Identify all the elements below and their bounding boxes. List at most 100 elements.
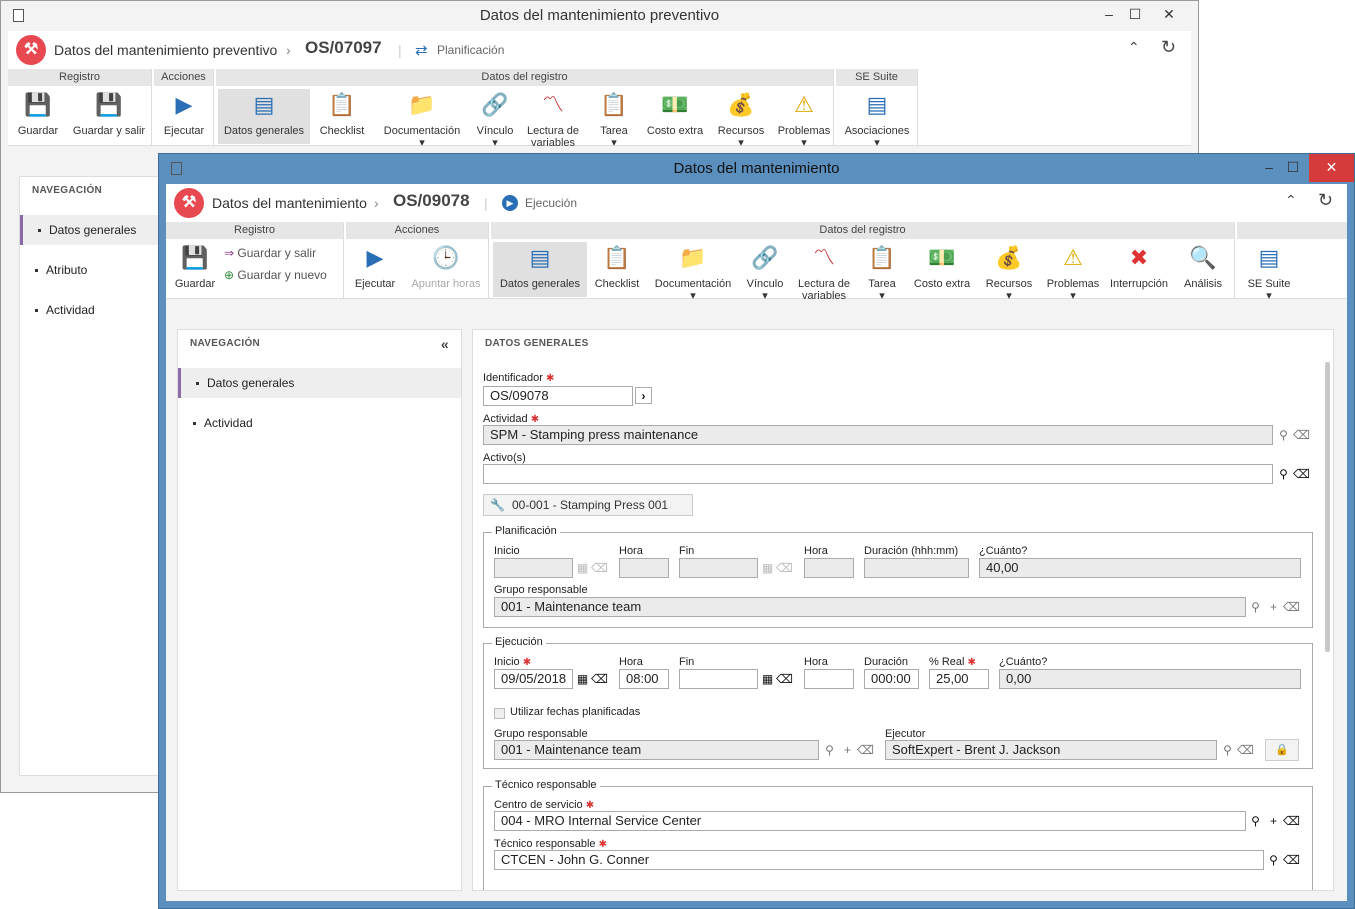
clear-icon[interactable]: ⌫ bbox=[776, 560, 793, 577]
plan-duration-input[interactable] bbox=[864, 558, 969, 578]
identifier-input[interactable]: OS/09078 bbox=[483, 386, 633, 406]
back-task-button[interactable]: 📋 Tarea ▾ bbox=[588, 89, 640, 150]
back-resources-button[interactable]: 💰 Recursos ▾ bbox=[710, 89, 772, 150]
lock-button[interactable]: 🔒 bbox=[1265, 739, 1299, 761]
clear-icon[interactable]: ⌫ bbox=[857, 742, 874, 759]
front-documentation-button[interactable]: 📁 Documentación ▾ bbox=[649, 242, 737, 303]
search-icon[interactable]: ⚲ bbox=[821, 742, 838, 759]
label: Guardar bbox=[17, 125, 59, 137]
calendar-icon[interactable]: ▦ bbox=[574, 671, 591, 688]
clear-icon[interactable]: ⌫ bbox=[591, 671, 608, 688]
clear-icon[interactable]: ⌫ bbox=[1283, 852, 1300, 869]
clear-icon[interactable]: ⌫ bbox=[1283, 813, 1300, 830]
asset-chip[interactable]: 🔧 00-001 - Stamping Press 001 bbox=[483, 494, 693, 516]
close-button[interactable]: ✕ bbox=[1149, 1, 1189, 29]
back-variables-button[interactable]: 〽 Lectura de variables bbox=[522, 89, 584, 150]
back-save-exit-button[interactable]: 💾 Guardar y salir bbox=[68, 89, 150, 144]
back-checklist-button[interactable]: 📋 Checklist bbox=[314, 89, 370, 144]
exec-group-field[interactable]: 001 - Maintenance team bbox=[494, 740, 819, 760]
clear-icon[interactable]: ⌫ bbox=[1283, 599, 1300, 616]
back-documentation-button[interactable]: 📁 Documentación ▾ bbox=[376, 89, 468, 150]
plan-end-hour-input[interactable] bbox=[804, 558, 854, 578]
search-icon[interactable]: ⚲ bbox=[1275, 466, 1292, 483]
clear-icon[interactable]: ⌫ bbox=[1237, 742, 1254, 759]
form-icon: ▤ bbox=[253, 92, 275, 117]
front-resources-button[interactable]: 💰 Recursos ▾ bbox=[979, 242, 1039, 303]
front-checklist-button[interactable]: 📋 Checklist bbox=[591, 242, 643, 297]
required-icon: ✱ bbox=[585, 800, 595, 811]
front-analysis-button[interactable]: 🔍 Análisis bbox=[1175, 242, 1231, 297]
back-link-button[interactable]: 🔗 Vínculo ▾ bbox=[470, 89, 520, 150]
back-nav-item-activity[interactable]: Actividad bbox=[20, 295, 163, 325]
add-icon[interactable]: + bbox=[839, 742, 856, 759]
exec-start-input[interactable]: 09/05/2018 bbox=[494, 669, 573, 689]
plan-hour-input[interactable] bbox=[619, 558, 669, 578]
front-group-acciones: Acciones ▶ Ejecutar 🕒 Apuntar horas bbox=[346, 222, 489, 299]
front-save-new-button[interactable]: ⊕ Guardar y nuevo bbox=[224, 268, 327, 282]
calendar-icon[interactable]: ▦ bbox=[759, 671, 776, 688]
clear-icon[interactable]: ⌫ bbox=[1293, 466, 1310, 483]
calendar-icon[interactable]: ▦ bbox=[574, 560, 591, 577]
front-nav-item-activity[interactable]: Actividad bbox=[178, 408, 461, 438]
front-variables-button[interactable]: 〽 Lectura de variables bbox=[793, 242, 855, 303]
add-icon[interactable]: + bbox=[1265, 599, 1282, 616]
next-arrow-button[interactable]: › bbox=[635, 387, 652, 404]
service-center-field[interactable]: 004 - MRO Internal Service Center bbox=[494, 811, 1246, 831]
refresh-icon[interactable]: ↻ bbox=[1161, 37, 1176, 58]
back-associations-button[interactable]: ▤ Asociaciones ▾ bbox=[838, 89, 916, 150]
search-icon[interactable]: ⚲ bbox=[1219, 742, 1236, 759]
back-nav-item-attribute[interactable]: Atributo bbox=[20, 255, 163, 285]
activity-field[interactable]: SPM - Stamping press maintenance bbox=[483, 425, 1273, 445]
front-task-button[interactable]: 📋 Tarea ▾ bbox=[859, 242, 905, 303]
back-nav-item-general[interactable]: Datos generales bbox=[20, 215, 163, 245]
collapse-icon[interactable]: ⌃ bbox=[1128, 39, 1140, 56]
back-extra-cost-button[interactable]: 💵 Costo extra bbox=[642, 89, 708, 144]
front-se-suite-button[interactable]: ▤ SE Suite ▾ bbox=[1239, 242, 1299, 303]
front-save-exit-button[interactable]: ⇒ Guardar y salir bbox=[224, 246, 316, 260]
plan-start-input[interactable] bbox=[494, 558, 573, 578]
search-icon[interactable]: ⚲ bbox=[1247, 813, 1264, 830]
add-icon[interactable]: + bbox=[1265, 813, 1282, 830]
label: Vínculo bbox=[746, 278, 784, 290]
scrollbar[interactable] bbox=[1325, 362, 1330, 652]
label: Guardar y salir bbox=[72, 125, 146, 137]
clear-icon[interactable]: ⌫ bbox=[591, 560, 608, 577]
exec-duration-input[interactable]: 000:00 bbox=[864, 669, 919, 689]
front-extra-cost-button[interactable]: 💵 Costo extra bbox=[909, 242, 975, 297]
calendar-icon[interactable]: ▦ bbox=[759, 560, 776, 577]
exec-real-input[interactable]: 25,00 bbox=[929, 669, 989, 689]
search-icon[interactable]: ⚲ bbox=[1265, 852, 1282, 869]
front-log-hours-button[interactable]: 🕒 Apuntar horas bbox=[406, 242, 486, 297]
front-problems-button[interactable]: ⚠ Problemas ▾ bbox=[1043, 242, 1103, 303]
close-button[interactable]: ✕ bbox=[1309, 154, 1354, 182]
clear-icon[interactable]: ⌫ bbox=[776, 671, 793, 688]
search-icon[interactable]: ⚲ bbox=[1247, 599, 1264, 616]
front-execute-button[interactable]: ▶ Ejecutar bbox=[348, 242, 402, 297]
plan-end-input[interactable] bbox=[679, 558, 758, 578]
technician-field[interactable]: CTCEN - John G. Conner bbox=[494, 850, 1264, 870]
maximize-button[interactable]: ☐ bbox=[1273, 154, 1313, 182]
executor-field[interactable]: SoftExpert - Brent J. Jackson bbox=[885, 740, 1217, 760]
plan-group-field[interactable]: 001 - Maintenance team bbox=[494, 597, 1246, 617]
plan-quantity-input[interactable]: 40,00 bbox=[979, 558, 1301, 578]
assets-input[interactable] bbox=[483, 464, 1273, 484]
search-icon[interactable]: ⚲ bbox=[1275, 427, 1292, 444]
back-problems-button[interactable]: ⚠ Problemas ▾ bbox=[774, 89, 834, 150]
front-interruption-button[interactable]: ✖ Interrupción bbox=[1107, 242, 1171, 297]
front-link-button[interactable]: 🔗 Vínculo ▾ bbox=[741, 242, 789, 303]
exec-hour-input[interactable]: 08:00 bbox=[619, 669, 669, 689]
front-nav-item-general[interactable]: Datos generales bbox=[178, 368, 461, 398]
clear-icon[interactable]: ⌫ bbox=[1293, 427, 1310, 444]
refresh-icon[interactable]: ↻ bbox=[1318, 190, 1333, 211]
back-save-button[interactable]: 💾 Guardar bbox=[10, 89, 66, 144]
collapse-icon[interactable]: ⌃ bbox=[1285, 192, 1297, 209]
exec-end-input[interactable] bbox=[679, 669, 758, 689]
exec-end-hour-input[interactable] bbox=[804, 669, 854, 689]
front-general-data-button[interactable]: ▤ Datos generales bbox=[493, 242, 587, 297]
back-execute-button[interactable]: ▶ Ejecutar bbox=[156, 89, 212, 144]
collapse-panel-icon[interactable]: « bbox=[441, 330, 449, 358]
use-planned-dates-checkbox[interactable] bbox=[494, 708, 505, 719]
exec-quantity-input[interactable]: 0,00 bbox=[999, 669, 1301, 689]
back-general-data-button[interactable]: ▤ Datos generales bbox=[218, 89, 310, 144]
front-save-button[interactable]: 💾 Guardar bbox=[170, 242, 220, 297]
